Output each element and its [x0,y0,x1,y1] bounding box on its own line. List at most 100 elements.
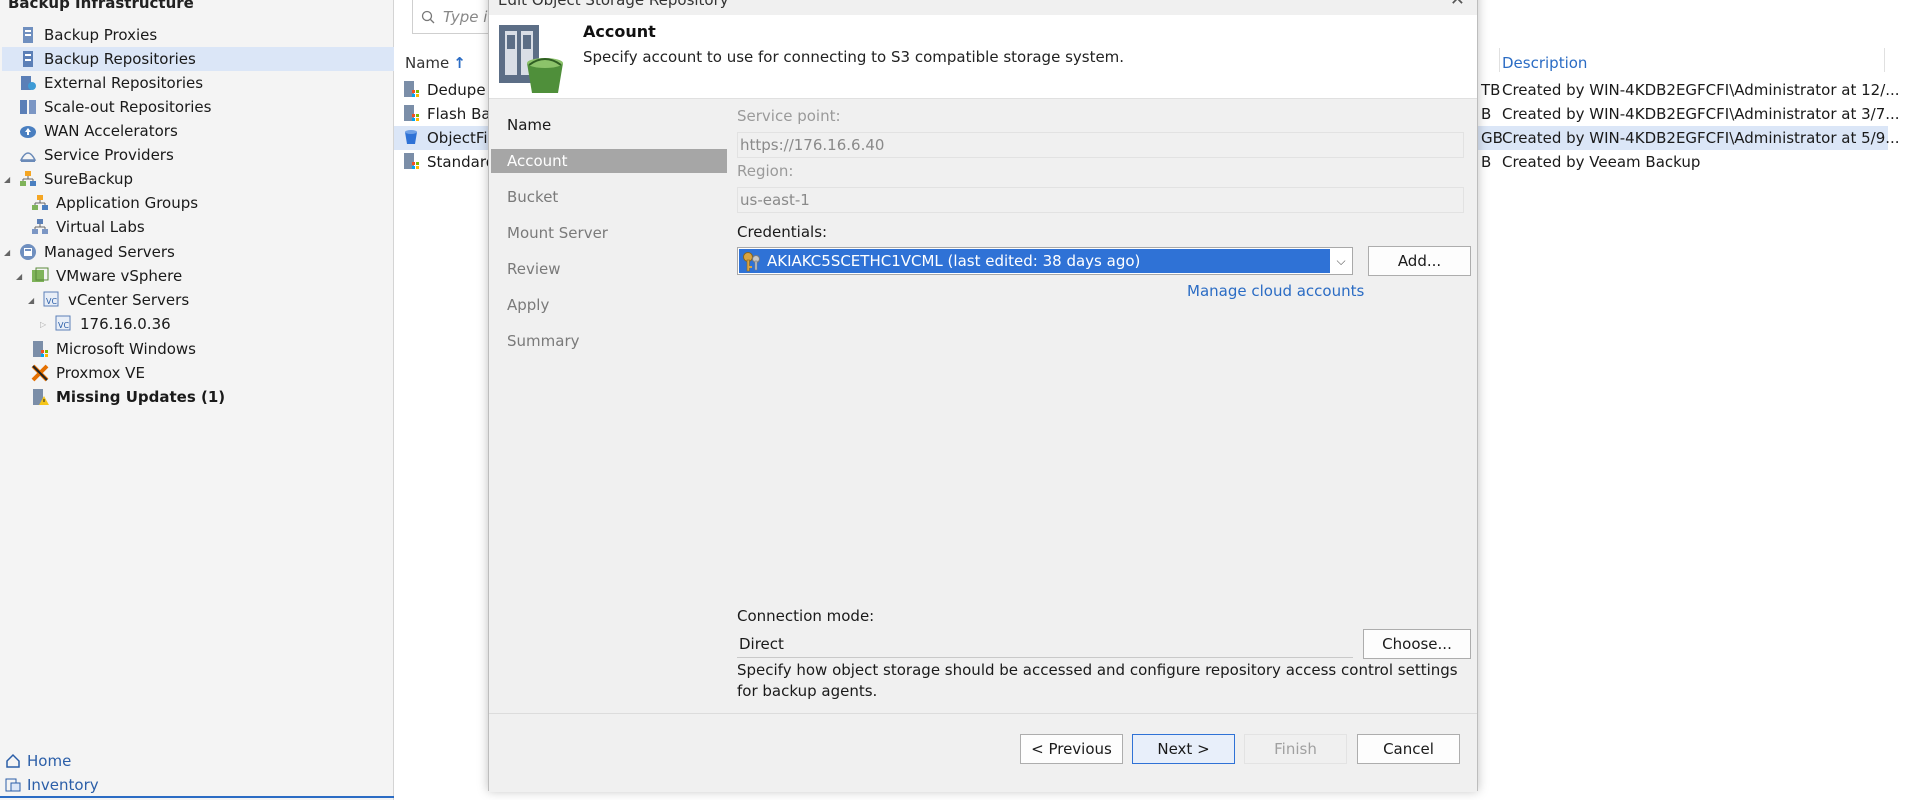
tree-item-backup-repositories[interactable]: Backup Repositories [2,47,394,71]
credentials-selected-value: AKIAKC5SCETHC1VCML (last edited: 38 days… [739,249,1330,273]
row-name: Standard [427,153,496,171]
object-storage-icon [402,128,422,148]
tree-item-microsoft-windows[interactable]: Microsoft Windows [30,337,196,361]
tree-item-service-providers[interactable]: Service Providers [18,143,174,167]
vcenter-server-icon: VC [54,314,74,334]
tree-item-wan-accelerators[interactable]: WAN Accelerators [18,119,178,143]
step-bucket: Bucket [507,188,559,206]
step-account[interactable]: Account [491,149,727,173]
row-size: B [1481,153,1492,171]
dedupe-repository-icon [402,80,422,100]
step-mount-server: Mount Server [507,224,608,242]
managed-servers-icon [18,242,38,262]
missing-updates-icon [30,387,50,407]
region-label: Region: [737,162,794,180]
tree-item-vmware-vsphere[interactable]: ◢ VMware vSphere [16,264,182,288]
tree-item-external-repositories[interactable]: External Repositories [18,71,203,95]
cancel-button[interactable]: Cancel [1357,734,1460,764]
row-description: Created by Veeam Backup [1502,153,1701,171]
tree-item-managed-servers[interactable]: ◢ Managed Servers [4,240,175,264]
step-summary: Summary [507,332,580,350]
svg-text:VC: VC [58,321,69,330]
add-credentials-button[interactable]: Add... [1368,246,1471,276]
tree-item-surebackup[interactable]: ◢ SureBackup [4,167,133,191]
tree-item-backup-proxies[interactable]: Backup Proxies [18,23,157,47]
windows-repository-icon [402,152,422,172]
chevron-down-icon[interactable]: ⌵ [1330,248,1352,274]
service-point-field: https://176.16.6.40 [737,132,1464,158]
step-subtitle: Specify account to use for connecting to… [583,48,1125,66]
account-step-content: Service point: https://176.16.6.40 Regio… [727,99,1477,713]
previous-button[interactable]: < Previous [1020,734,1123,764]
step-review: Review [507,260,561,278]
row-size: GB [1481,129,1503,147]
close-icon[interactable]: ✕ [1450,0,1465,10]
object-storage-repository-icon [499,25,563,93]
nav-home[interactable]: Home [4,752,71,770]
credentials-dropdown[interactable]: AKIAKC5SCETHC1VCML (last edited: 38 days… [737,247,1353,275]
service-provider-icon [18,145,38,165]
scaleout-repository-icon [18,97,38,117]
wizard-steps: Name Account Bucket Mount Server Review … [489,99,727,715]
service-point-label: Service point: [737,107,841,125]
row-size: TB [1481,81,1501,99]
tree-item-missing-updates[interactable]: Missing Updates (1) [30,385,225,409]
step-apply: Apply [507,296,550,314]
wan-accelerator-icon [18,121,38,141]
surebackup-icon [18,169,38,189]
row-description: Created by WIN-4KDB2EGFCFI\Administrator… [1502,129,1900,147]
search-icon [421,10,435,24]
tree-item-vcenter-176-16-0-36[interactable]: ▷ VC 176.16.0.36 [40,312,171,336]
tree-item-scaleout-repositories[interactable]: Scale-out Repositories [18,95,211,119]
windows-repository-icon [402,104,422,124]
tree-item-application-groups[interactable]: Application Groups [30,191,198,215]
manage-cloud-accounts-link[interactable]: Manage cloud accounts [1187,282,1364,300]
column-header-name[interactable]: Name ↑ [405,54,466,72]
choose-connection-mode-button[interactable]: Choose... [1363,629,1471,659]
tree-item-virtual-labs[interactable]: Virtual Labs [30,215,145,239]
collapse-arrow-icon[interactable]: ◢ [16,272,22,281]
connection-mode-label: Connection mode: [737,607,875,625]
column-separator[interactable] [1499,48,1500,72]
inventory-icon [4,776,22,794]
vcenter-icon: VC [42,290,62,310]
row-description: Created by WIN-4KDB2EGFCFI\Administrator… [1502,105,1900,123]
dialog-title: Edit Object Storage Repository [498,0,729,9]
backup-proxy-icon [18,25,38,45]
tree-item-vcenter-servers[interactable]: ◢ VC vCenter Servers [28,288,189,312]
edit-object-storage-dialog: Edit Object Storage Repository ✕ Account… [488,0,1478,792]
windows-server-icon [30,339,50,359]
collapse-arrow-icon[interactable]: ◢ [28,296,34,305]
credentials-label: Credentials: [737,223,828,241]
column-header-description[interactable]: Description [1502,54,1587,72]
nav-inventory[interactable]: Inventory [4,776,99,794]
navigation-pane: Backup Infrastructure Backup Proxies Bac… [0,0,394,800]
next-button[interactable]: Next > [1132,734,1235,764]
tree-item-proxmox-ve[interactable]: Proxmox VE [30,361,145,385]
step-name[interactable]: Name [491,113,727,137]
row-description: Created by WIN-4KDB2EGFCFI\Administrator… [1502,81,1900,99]
nav-active-indicator [0,796,394,798]
svg-text:VC: VC [46,297,57,306]
dialog-titlebar[interactable]: Edit Object Storage Repository ✕ [489,0,1477,15]
dialog-footer: < Previous Next > Finish Cancel [489,713,1477,792]
key-icon [743,252,760,272]
virtual-lab-icon [30,217,50,237]
expand-arrow-icon[interactable]: ▷ [40,320,46,329]
sort-ascending-icon: ↑ [453,54,466,72]
row-name: Dedupe I [427,81,495,99]
collapse-arrow-icon[interactable]: ◢ [4,248,10,257]
connection-mode-help: Specify how object storage should be acc… [737,661,1458,700]
home-icon [4,752,22,770]
step-title: Account [583,22,656,41]
connection-mode-field: Direct [737,630,1353,658]
collapse-arrow-icon[interactable]: ◢ [4,175,10,184]
dialog-header: Account Specify account to use for conne… [489,15,1477,99]
nav-section-header: Backup Infrastructure [8,0,194,12]
row-size: B [1481,105,1492,123]
proxmox-icon [30,363,50,383]
row-name: ObjectFir [427,129,494,147]
region-field: us-east-1 [737,187,1464,213]
external-repository-icon [18,73,38,93]
column-separator[interactable] [1884,48,1885,72]
